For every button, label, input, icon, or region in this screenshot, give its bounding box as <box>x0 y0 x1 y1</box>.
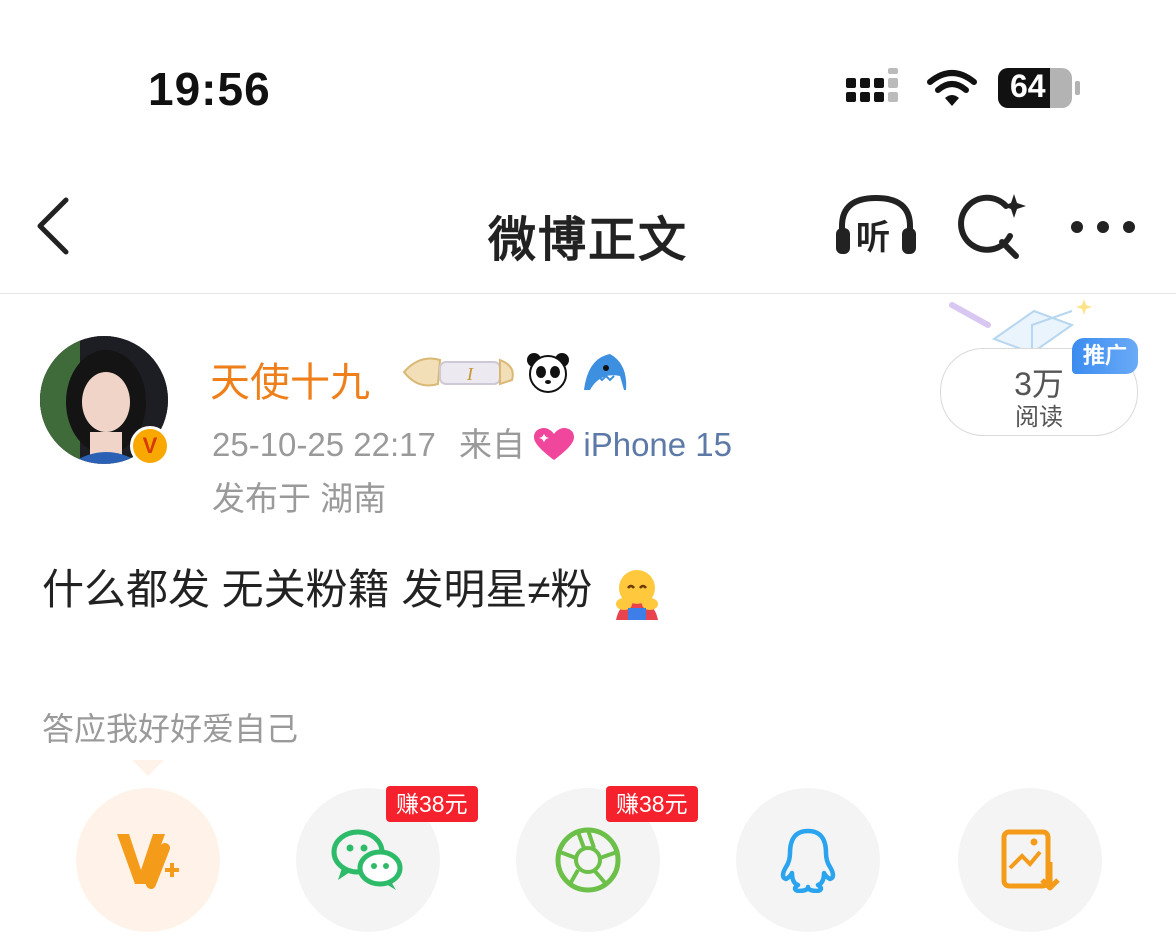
source-device[interactable]: iPhone 15 <box>583 426 732 463</box>
source-prefix: 来自 <box>459 426 526 463</box>
listen-label: 听 <box>856 219 890 257</box>
share-save-image-button[interactable] <box>958 788 1102 932</box>
save-image-icon <box>1001 829 1060 891</box>
ai-search-icon[interactable] <box>954 192 1026 262</box>
post-text-content: 什么都发 无关粉籍 发明星≠粉 <box>42 566 593 613</box>
wechat-icon <box>331 829 403 890</box>
cellular-signal-icon <box>846 68 898 102</box>
post-subtext: 答应我好好爱自己 <box>42 711 299 747</box>
battery-indicator: 64 <box>998 66 1082 110</box>
read-label: 阅读 <box>1015 404 1063 431</box>
author-badges: I <box>400 350 630 394</box>
panda-icon <box>527 353 569 393</box>
share-vplus-button[interactable] <box>76 788 220 932</box>
post-text: 什么都发 无关粉籍 发明星≠粉 <box>42 556 664 620</box>
level-badge-letter: I <box>466 364 474 384</box>
listen-button[interactable]: 听 <box>834 192 918 258</box>
shark-icon <box>584 354 627 390</box>
tooltip-pointer <box>132 760 164 776</box>
author-name[interactable]: 天使十九 <box>210 350 370 408</box>
v-plus-icon <box>117 834 179 889</box>
heart-icon <box>534 428 575 460</box>
verified-badge: V <box>130 426 170 466</box>
author-avatar[interactable]: V <box>40 336 172 468</box>
earn-tag-wechat: 赚38元 <box>386 786 478 822</box>
wifi-icon <box>927 70 977 106</box>
post-timestamp: 25-10-25 22:17 <box>212 426 436 463</box>
promoted-tag: 推广 <box>1072 338 1138 374</box>
hug-emoji-icon <box>616 569 659 620</box>
more-icon[interactable] <box>1068 218 1138 236</box>
level-badge-icon: I <box>402 357 514 387</box>
post-meta: 25-10-25 22:17 来自 iPhone 15 <box>212 418 732 466</box>
share-qq-button[interactable] <box>736 788 880 932</box>
qq-icon <box>780 828 836 893</box>
battery-level: 64 <box>1010 68 1046 104</box>
post-location: 发布于 湖南 <box>212 480 387 517</box>
earn-tag-moments: 赚38元 <box>606 786 698 822</box>
status-time: 19:56 <box>148 63 271 115</box>
moments-icon <box>555 827 621 893</box>
nav-divider <box>0 293 1176 294</box>
